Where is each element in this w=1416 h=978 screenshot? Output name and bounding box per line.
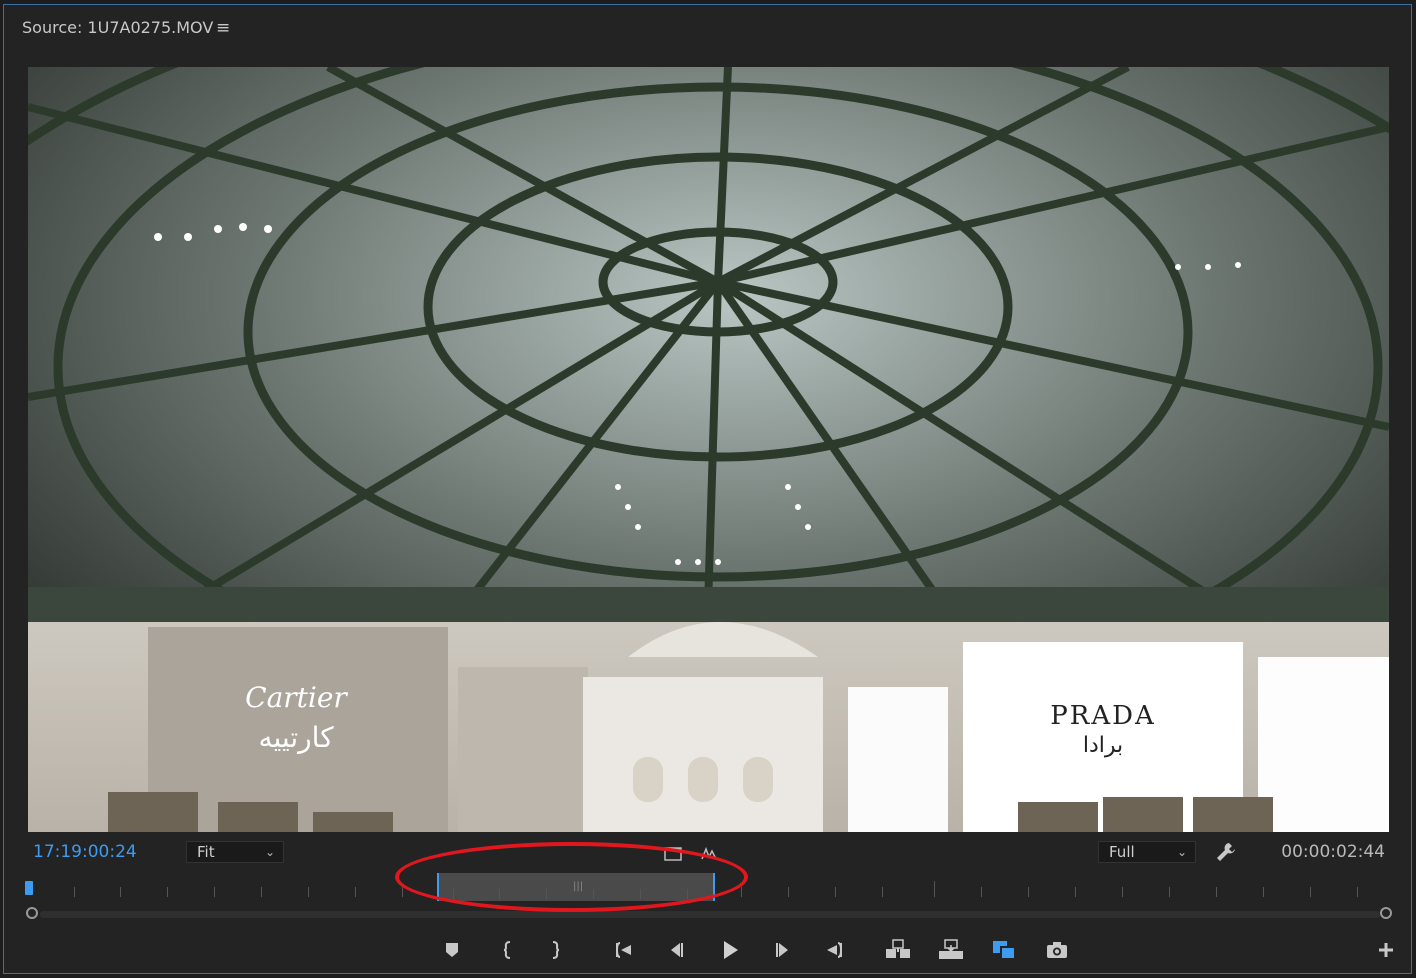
zoom-scrollbar[interactable] [26, 907, 1392, 921]
playhead-timecode[interactable]: 17:19:00:24 [33, 842, 137, 862]
add-button-icon[interactable] [1371, 935, 1401, 965]
mark-out-icon[interactable] [540, 935, 570, 965]
in-point-handle[interactable] [437, 873, 439, 901]
zoom-level-value: Fit [197, 843, 215, 861]
range-grip-icon: ||| [573, 881, 584, 892]
ruler-tick [402, 887, 403, 897]
playback-resolution-dropdown[interactable]: Full ⌄ [1098, 841, 1196, 863]
chevron-down-icon: ⌄ [1176, 845, 1187, 859]
ruler-tick [74, 887, 75, 897]
drag-video-only-icon[interactable] [664, 845, 682, 863]
ruler-tick [546, 889, 547, 899]
ruler-tick [593, 889, 594, 899]
source-monitor-panel: Source: 1U7A0275.MOV ≡ Cartier كارتييه P… [3, 4, 1412, 974]
step-back-icon[interactable] [661, 935, 691, 965]
ruler-tick [741, 887, 742, 897]
ruler-tick [355, 887, 356, 897]
ruler-tick [1028, 887, 1029, 897]
in-out-range[interactable]: ||| [437, 873, 715, 901]
zoom-level-dropdown[interactable]: Fit ⌄ [186, 841, 284, 863]
go-to-in-icon[interactable] [609, 935, 639, 965]
ruler-tick [167, 887, 168, 897]
scrollbar-right-handle[interactable] [1380, 907, 1392, 919]
video-frame: Cartier كارتييه PRADA برادا [28, 67, 1389, 832]
time-ruler[interactable]: ||| [24, 873, 1390, 903]
go-to-out-icon[interactable] [819, 935, 849, 965]
ruler-tick [1263, 887, 1264, 897]
play-icon[interactable] [715, 935, 745, 965]
ruler-tick [261, 887, 262, 897]
add-marker-icon[interactable] [437, 935, 467, 965]
ruler-tick [640, 889, 641, 899]
camera-icon[interactable] [1042, 935, 1072, 965]
sign-cartier-arabic: كارتييه [258, 721, 334, 754]
wrench-settings-icon[interactable] [1215, 841, 1237, 863]
drag-audio-only-icon[interactable] [700, 845, 718, 863]
scrollbar-left-handle[interactable] [26, 907, 38, 919]
ruler-tick [1169, 887, 1170, 897]
ruler-tick [1122, 887, 1123, 897]
ruler-tick [687, 889, 688, 899]
transport-controls [4, 935, 1411, 971]
ruler-tick [1075, 887, 1076, 897]
scrollbar-track[interactable] [40, 911, 1380, 918]
step-forward-icon[interactable] [768, 935, 798, 965]
ruler-tick [835, 887, 836, 897]
ruler-tick [981, 887, 982, 897]
sign-prada-latin: PRADA [1050, 701, 1155, 731]
ruler-tick [214, 887, 215, 897]
ruler-tick [308, 887, 309, 897]
ruler-tick [1310, 887, 1311, 897]
ruler-tick [453, 889, 454, 899]
mark-in-icon[interactable] [493, 935, 523, 965]
panel-header: Source: 1U7A0275.MOV ≡ [4, 5, 1411, 51]
ruler-tick-major [934, 881, 935, 897]
sign-prada-arabic: برادا [1083, 733, 1123, 758]
monitor-controls-bar: 17:19:00:24 Fit ⌄ Full ⌄ 00:00:02:44 [4, 837, 1411, 867]
insert-icon[interactable] [883, 935, 913, 965]
hamburger-menu-icon[interactable]: ≡ [216, 19, 232, 37]
out-point-handle[interactable] [713, 873, 715, 901]
ruler-tick [788, 887, 789, 897]
playback-resolution-value: Full [1109, 843, 1135, 861]
ruler-tick [882, 887, 883, 897]
panel-title[interactable]: Source: 1U7A0275.MOV [22, 18, 213, 37]
ruler-tick [1357, 887, 1358, 897]
ruler-tick [499, 889, 500, 899]
sign-cartier-latin: Cartier [245, 681, 348, 714]
export-frame-icon-alt[interactable] [989, 935, 1019, 965]
duration-timecode: 00:00:02:44 [1281, 842, 1385, 862]
overwrite-icon[interactable] [936, 935, 966, 965]
video-preview[interactable]: Cartier كارتييه PRADA برادا [28, 67, 1389, 832]
chevron-down-icon: ⌄ [264, 845, 275, 859]
ruler-tick [120, 887, 121, 897]
playhead-marker[interactable] [25, 881, 33, 895]
ruler-tick [1216, 887, 1217, 897]
